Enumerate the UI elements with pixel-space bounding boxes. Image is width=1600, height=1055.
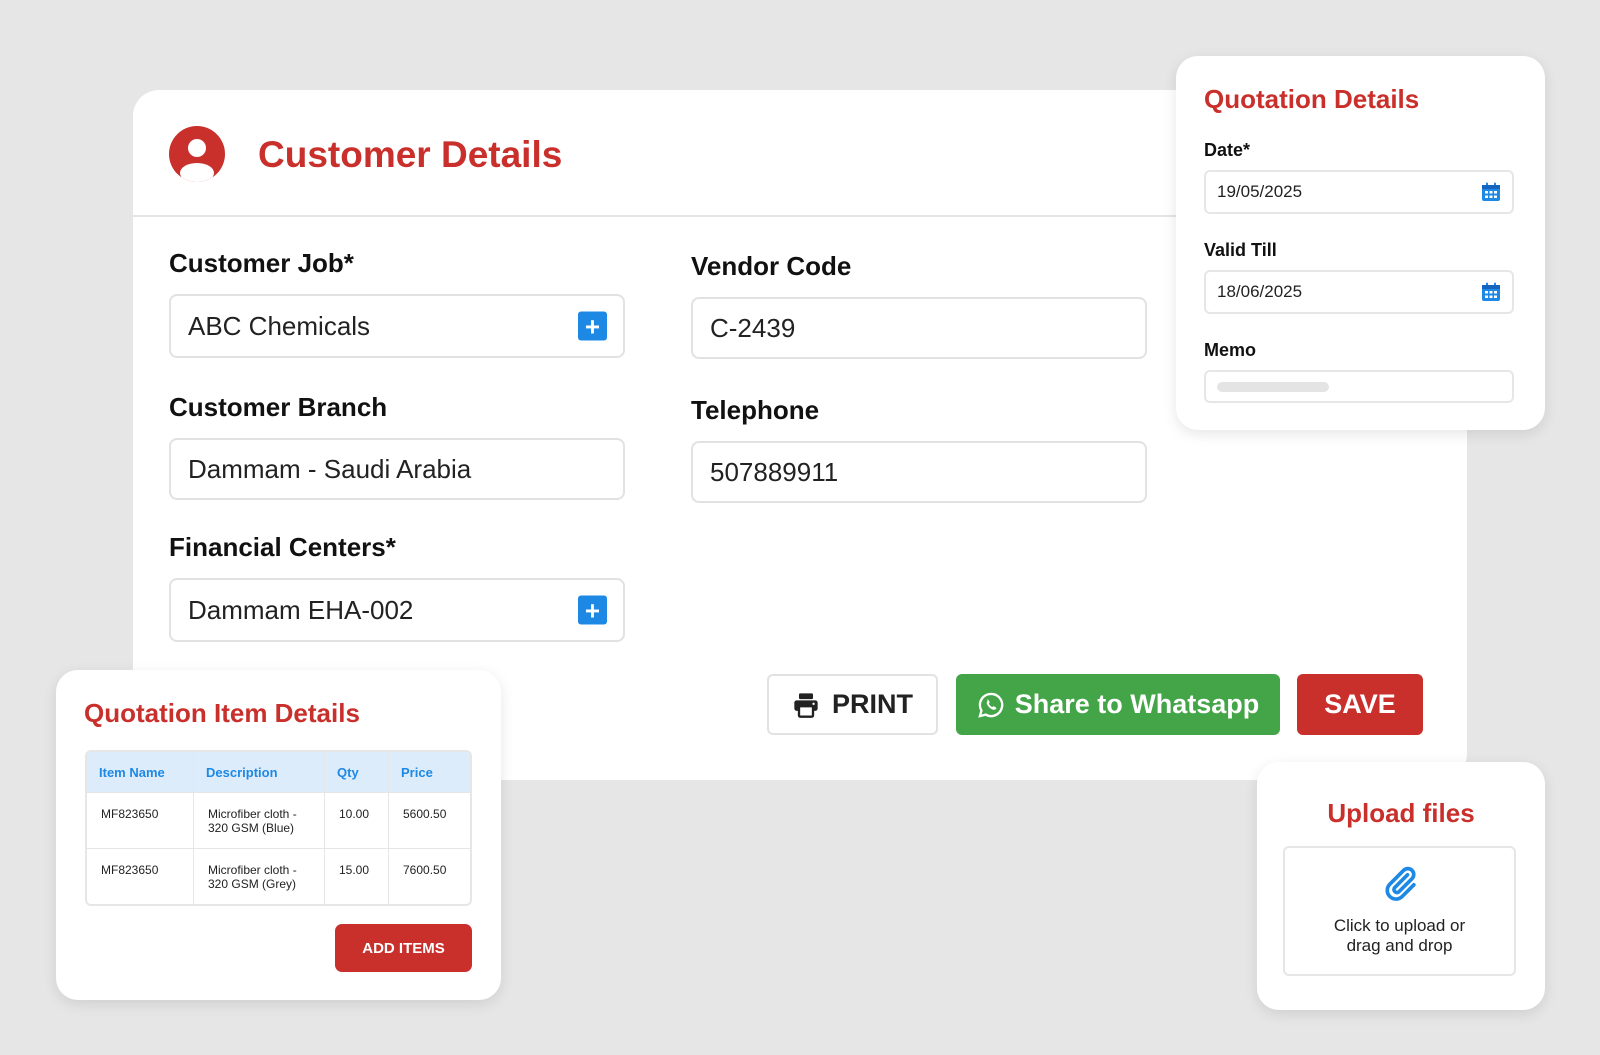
add-items-button[interactable]: ADD ITEMS — [335, 924, 472, 972]
plus-icon: + — [584, 311, 601, 341]
printer-icon — [794, 692, 818, 718]
calendar-icon[interactable] — [1480, 181, 1502, 203]
date-label: Date* — [1204, 140, 1251, 160]
date-field[interactable]: 19/05/2025 — [1204, 170, 1514, 214]
table-row[interactable]: MF823650 Microfiber cloth - 320 GSM (Gre… — [87, 848, 470, 904]
upload-files-title: Upload files — [1327, 798, 1475, 828]
upload-instructions: Click to upload or drag and drop — [1333, 916, 1466, 955]
quotation-items-title: Quotation Item Details — [84, 698, 360, 728]
file-dropzone[interactable]: Click to upload or drag and drop — [1283, 846, 1516, 976]
qty-cell: 10.00 — [324, 792, 388, 848]
upload-files-card: Upload files Click to upload or drag and… — [1257, 762, 1545, 1010]
memo-field[interactable] — [1204, 370, 1514, 403]
items-table: Item Name Description Qty Price MF823650… — [85, 750, 472, 906]
price-cell: 5600.50 — [388, 792, 470, 848]
print-button[interactable]: PRINT — [767, 674, 938, 735]
financial-centers-label: Financial Centers* — [169, 532, 396, 562]
whatsapp-icon — [977, 692, 1004, 718]
add-financial-center-button[interactable]: + — [578, 595, 607, 625]
add-customer-job-button[interactable]: + — [578, 311, 607, 341]
qty-cell: 15.00 — [324, 848, 388, 904]
financial-centers-value: Dammam EHA-002 — [188, 594, 414, 625]
date-value: 19/05/2025 — [1217, 182, 1303, 201]
description-cell: Microfiber cloth - 320 GSM (Blue) — [193, 792, 324, 848]
save-button[interactable]: SAVE — [1297, 674, 1423, 735]
column-header: Description — [193, 752, 324, 792]
customer-job-label: Customer Job* — [169, 248, 354, 278]
column-header: Price — [388, 752, 470, 792]
financial-centers-field[interactable]: Dammam EHA-002 + — [169, 578, 625, 642]
table-row[interactable]: MF823650 Microfiber cloth - 320 GSM (Blu… — [87, 792, 470, 848]
vendor-code-field[interactable]: C-2439 — [691, 297, 1147, 359]
calendar-icon[interactable] — [1480, 281, 1502, 303]
quotation-details-title: Quotation Details — [1204, 84, 1420, 114]
telephone-value: 507889911 — [710, 456, 839, 487]
column-header: Qty — [324, 752, 388, 792]
valid-till-label: Valid Till — [1204, 240, 1277, 260]
plus-icon: + — [584, 595, 601, 625]
customer-job-value: ABC Chemicals — [188, 310, 371, 341]
vendor-code-value: C-2439 — [710, 312, 796, 343]
paperclip-icon — [1384, 866, 1416, 901]
column-header: Item Name — [87, 752, 193, 792]
price-cell: 7600.50 — [388, 848, 470, 904]
item-name-cell: MF823650 — [87, 848, 193, 904]
customer-job-field[interactable]: ABC Chemicals + — [169, 294, 625, 358]
whatsapp-label: Share to Whatsapp — [1014, 689, 1260, 719]
memo-label: Memo — [1204, 340, 1257, 360]
memo-placeholder-bar — [1217, 381, 1329, 392]
page-title: Customer Details — [258, 134, 563, 175]
vendor-code-label: Vendor Code — [691, 251, 852, 281]
user-avatar-icon — [169, 126, 225, 182]
valid-till-field[interactable]: 18/06/2025 — [1204, 270, 1514, 314]
customer-branch-field[interactable]: Dammam - Saudi Arabia — [169, 438, 625, 500]
valid-till-value: 18/06/2025 — [1217, 282, 1303, 301]
share-whatsapp-button[interactable]: Share to Whatsapp — [956, 674, 1280, 735]
quotation-details-card: Quotation Details Date* 19/05/2025 Valid… — [1176, 56, 1545, 430]
telephone-label: Telephone — [691, 395, 820, 425]
description-cell: Microfiber cloth - 320 GSM (Grey) — [193, 848, 324, 904]
print-label: PRINT — [832, 689, 913, 719]
customer-branch-label: Customer Branch — [169, 392, 388, 422]
table-header-row: Item Name Description Qty Price — [87, 752, 470, 792]
item-name-cell: MF823650 — [87, 792, 193, 848]
quotation-items-card: Quotation Item Details Item Name Descrip… — [56, 670, 501, 1000]
telephone-field[interactable]: 507889911 — [691, 441, 1147, 503]
customer-branch-value: Dammam - Saudi Arabia — [188, 453, 472, 484]
